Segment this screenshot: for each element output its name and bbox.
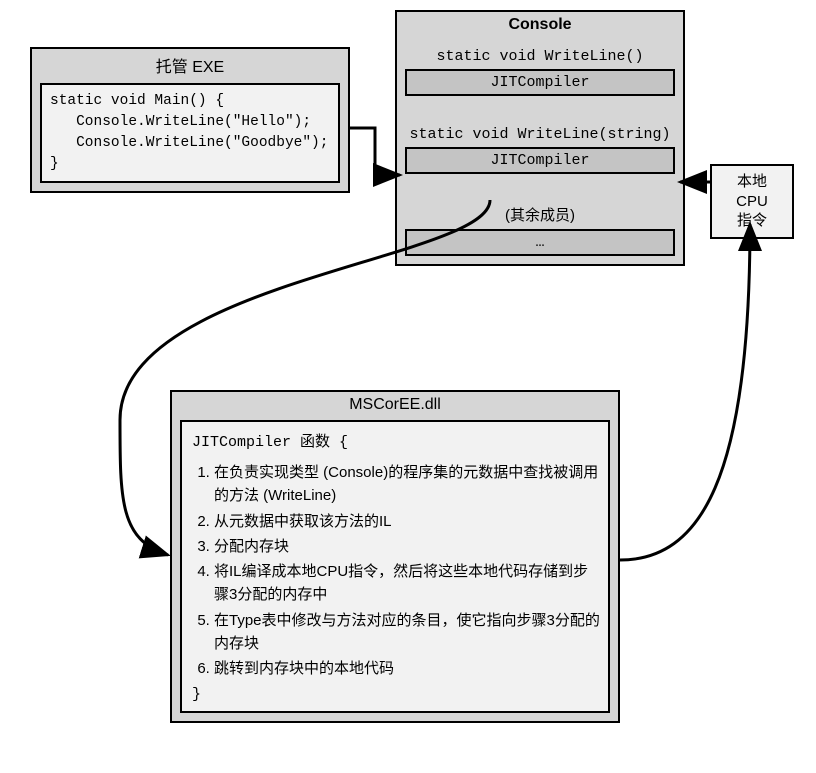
native-cpu-box: 本地 CPU 指令 [710,164,794,239]
mscoree-step: 在Type表中修改与方法对应的条目，使它指向步骤3分配的内存块 [214,609,600,656]
mscoree-step: 在负责实现类型 (Console)的程序集的元数据中查找被调用的方法 (Writ… [214,461,600,508]
console-method2-label: static void WriteLine(string) [397,118,683,147]
console-box: Console static void WriteLine() JITCompi… [395,10,685,266]
mscoree-step: 跳转到内存块中的本地代码 [214,657,600,680]
mscoree-function-header: JITCompiler 函数 { [190,428,600,453]
mscoree-steps-list: 在负责实现类型 (Console)的程序集的元数据中查找被调用的方法 (Writ… [190,461,600,680]
console-other-members-label: (其余成员) [397,196,683,229]
mscoree-function-close: } [190,684,600,705]
console-title: Console [397,12,683,40]
mscoree-body: JITCompiler 函数 { 在负责实现类型 (Console)的程序集的元… [180,420,610,713]
console-slot-jit2: JITCompiler [405,147,675,174]
console-method1-label: static void WriteLine() [397,40,683,69]
console-slot-other: … [405,229,675,256]
managed-exe-code: static void Main() { Console.WriteLine("… [50,91,330,175]
console-slot-jit1: JITCompiler [405,69,675,96]
mscoree-step: 从元数据中获取该方法的IL [214,510,600,533]
native-cpu-line1: 本地 CPU [720,172,784,211]
native-cpu-line2: 指令 [720,211,784,231]
mscoree-title: MSCorEE.dll [172,392,618,420]
managed-exe-box: 托管 EXE static void Main() { Console.Writ… [30,47,350,193]
managed-exe-code-box: static void Main() { Console.WriteLine("… [40,83,340,183]
mscoree-box: MSCorEE.dll JITCompiler 函数 { 在负责实现类型 (Co… [170,390,620,723]
mscoree-step: 分配内存块 [214,535,600,558]
mscoree-step: 将IL编译成本地CPU指令，然后将这些本地代码存储到步骤3分配的内存中 [214,560,600,607]
managed-exe-title: 托管 EXE [32,49,348,83]
